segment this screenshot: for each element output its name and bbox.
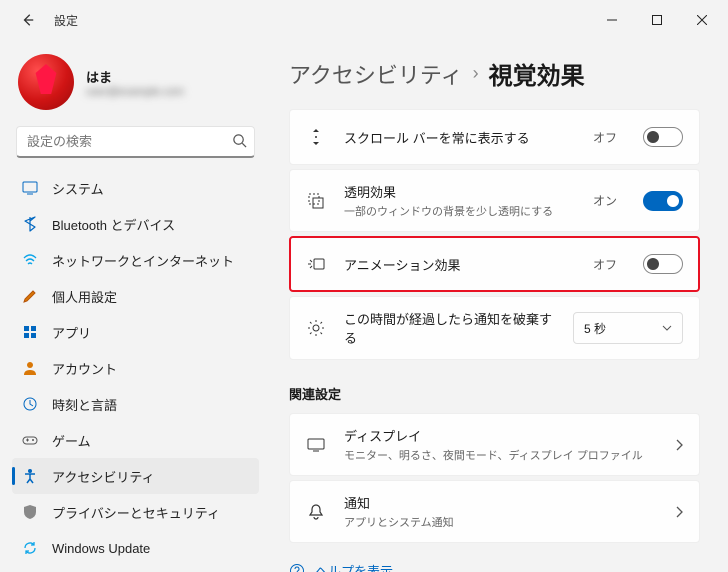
nav-accessibility[interactable]: アクセシビリティ — [12, 458, 259, 494]
nav-label: アプリ — [52, 323, 91, 342]
chevron-right-icon — [675, 506, 683, 518]
apps-icon — [22, 324, 38, 340]
setting-subtitle: 一部のウィンドウの背景を少し透明にする — [344, 203, 575, 219]
dismiss-time-select[interactable]: 5 秒 — [573, 312, 683, 344]
avatar — [18, 54, 74, 110]
breadcrumb-parent[interactable]: アクセシビリティ — [289, 58, 463, 90]
page-title: 視覚効果 — [489, 56, 585, 91]
network-icon — [22, 252, 38, 268]
nav-label: アクセシビリティ — [52, 467, 155, 486]
scrollbar-toggle[interactable] — [643, 127, 683, 147]
nav-label: Bluetooth とデバイス — [52, 215, 175, 234]
toggle-state-label: オン — [593, 192, 617, 209]
close-button[interactable] — [679, 5, 724, 35]
nav-label: ネットワークとインターネット — [52, 251, 234, 270]
related-notifications[interactable]: 通知 アプリとシステム通知 — [289, 480, 700, 543]
search-field[interactable] — [16, 126, 255, 158]
setting-title: アニメーション効果 — [344, 255, 575, 274]
nav-label: 個人用設定 — [52, 287, 117, 306]
setting-subtitle: アプリとシステム通知 — [344, 514, 657, 530]
nav-list: システム Bluetooth とデバイス ネットワークとインターネット 個人用設… — [12, 170, 259, 572]
nav-label: アカウント — [52, 359, 117, 378]
toggle-state-label: オフ — [593, 129, 617, 146]
profile-section[interactable]: はま user@example.com — [12, 46, 259, 122]
nav-windows-update[interactable]: Windows Update — [12, 530, 259, 566]
update-icon — [22, 540, 38, 556]
system-icon — [22, 180, 38, 196]
animation-toggle[interactable] — [643, 254, 683, 274]
nav-time-language[interactable]: 時刻と言語 — [12, 386, 259, 422]
setting-title: 通知 — [344, 493, 657, 512]
select-value: 5 秒 — [584, 320, 606, 337]
setting-scrollbar: スクロール バーを常に表示する オフ — [289, 109, 700, 165]
help-link-row: ヘルプを表示 — [289, 547, 700, 572]
setting-subtitle: モニター、明るさ、夜間モード、ディスプレイ プロファイル — [344, 447, 657, 463]
nav-label: システム — [52, 179, 104, 198]
search-input[interactable] — [16, 126, 255, 158]
minimize-button[interactable] — [589, 5, 634, 35]
clock-icon — [22, 396, 38, 412]
username-label: はま — [86, 67, 184, 86]
chevron-down-icon — [662, 325, 672, 331]
nav-gaming[interactable]: ゲーム — [12, 422, 259, 458]
sun-icon — [306, 319, 326, 337]
nav-label: Windows Update — [52, 541, 150, 556]
gaming-icon — [22, 432, 38, 448]
nav-accounts[interactable]: アカウント — [12, 350, 259, 386]
related-heading: 関連設定 — [289, 384, 700, 403]
brush-icon — [22, 288, 38, 304]
nav-label: プライバシーとセキュリティ — [52, 503, 220, 522]
nav-network[interactable]: ネットワークとインターネット — [12, 242, 259, 278]
content-area: アクセシビリティ › 視覚効果 スクロール バーを常に表示する オフ 透明効果 … — [265, 40, 728, 572]
minimize-icon — [607, 15, 617, 25]
related-display[interactable]: ディスプレイ モニター、明るさ、夜間モード、ディスプレイ プロファイル — [289, 413, 700, 476]
animation-icon — [306, 256, 326, 272]
nav-bluetooth[interactable]: Bluetooth とデバイス — [12, 206, 259, 242]
breadcrumbs: アクセシビリティ › 視覚効果 — [289, 56, 700, 91]
email-label: user@example.com — [86, 86, 184, 98]
help-link[interactable]: ヘルプを表示 — [315, 561, 393, 572]
sidebar: はま user@example.com システム Bluetooth とデバイス… — [0, 40, 265, 572]
close-icon — [697, 15, 707, 25]
search-icon — [232, 133, 247, 148]
setting-dismiss-notifications: この時間が経過したら通知を破棄する 5 秒 — [289, 296, 700, 360]
bell-icon — [306, 503, 326, 521]
back-button[interactable] — [16, 8, 40, 32]
title-bar: 設定 — [0, 0, 728, 40]
account-icon — [22, 360, 38, 376]
setting-title: 透明効果 — [344, 182, 575, 201]
transparency-icon — [306, 192, 326, 210]
nav-apps[interactable]: アプリ — [12, 314, 259, 350]
setting-animation: アニメーション効果 オフ — [289, 236, 700, 292]
setting-title: スクロール バーを常に表示する — [344, 128, 575, 147]
bluetooth-icon — [22, 216, 38, 232]
nav-label: ゲーム — [52, 431, 91, 450]
shield-icon — [22, 504, 38, 520]
accessibility-icon — [22, 468, 38, 484]
setting-transparency: 透明効果 一部のウィンドウの背景を少し透明にする オン — [289, 169, 700, 232]
chevron-right-icon — [675, 439, 683, 451]
back-arrow-icon — [21, 13, 35, 27]
scrollbar-icon — [306, 128, 326, 146]
nav-personalization[interactable]: 個人用設定 — [12, 278, 259, 314]
window-controls — [589, 5, 724, 35]
nav-privacy[interactable]: プライバシーとセキュリティ — [12, 494, 259, 530]
breadcrumb-separator: › — [473, 63, 479, 84]
help-icon — [289, 563, 305, 572]
display-icon — [306, 437, 326, 453]
transparency-toggle[interactable] — [643, 191, 683, 211]
nav-system[interactable]: システム — [12, 170, 259, 206]
maximize-icon — [652, 15, 662, 25]
setting-title: この時間が経過したら通知を破棄する — [344, 309, 555, 347]
maximize-button[interactable] — [634, 5, 679, 35]
setting-title: ディスプレイ — [344, 426, 657, 445]
window-title: 設定 — [54, 12, 78, 29]
nav-label: 時刻と言語 — [52, 395, 117, 414]
toggle-state-label: オフ — [593, 256, 617, 273]
